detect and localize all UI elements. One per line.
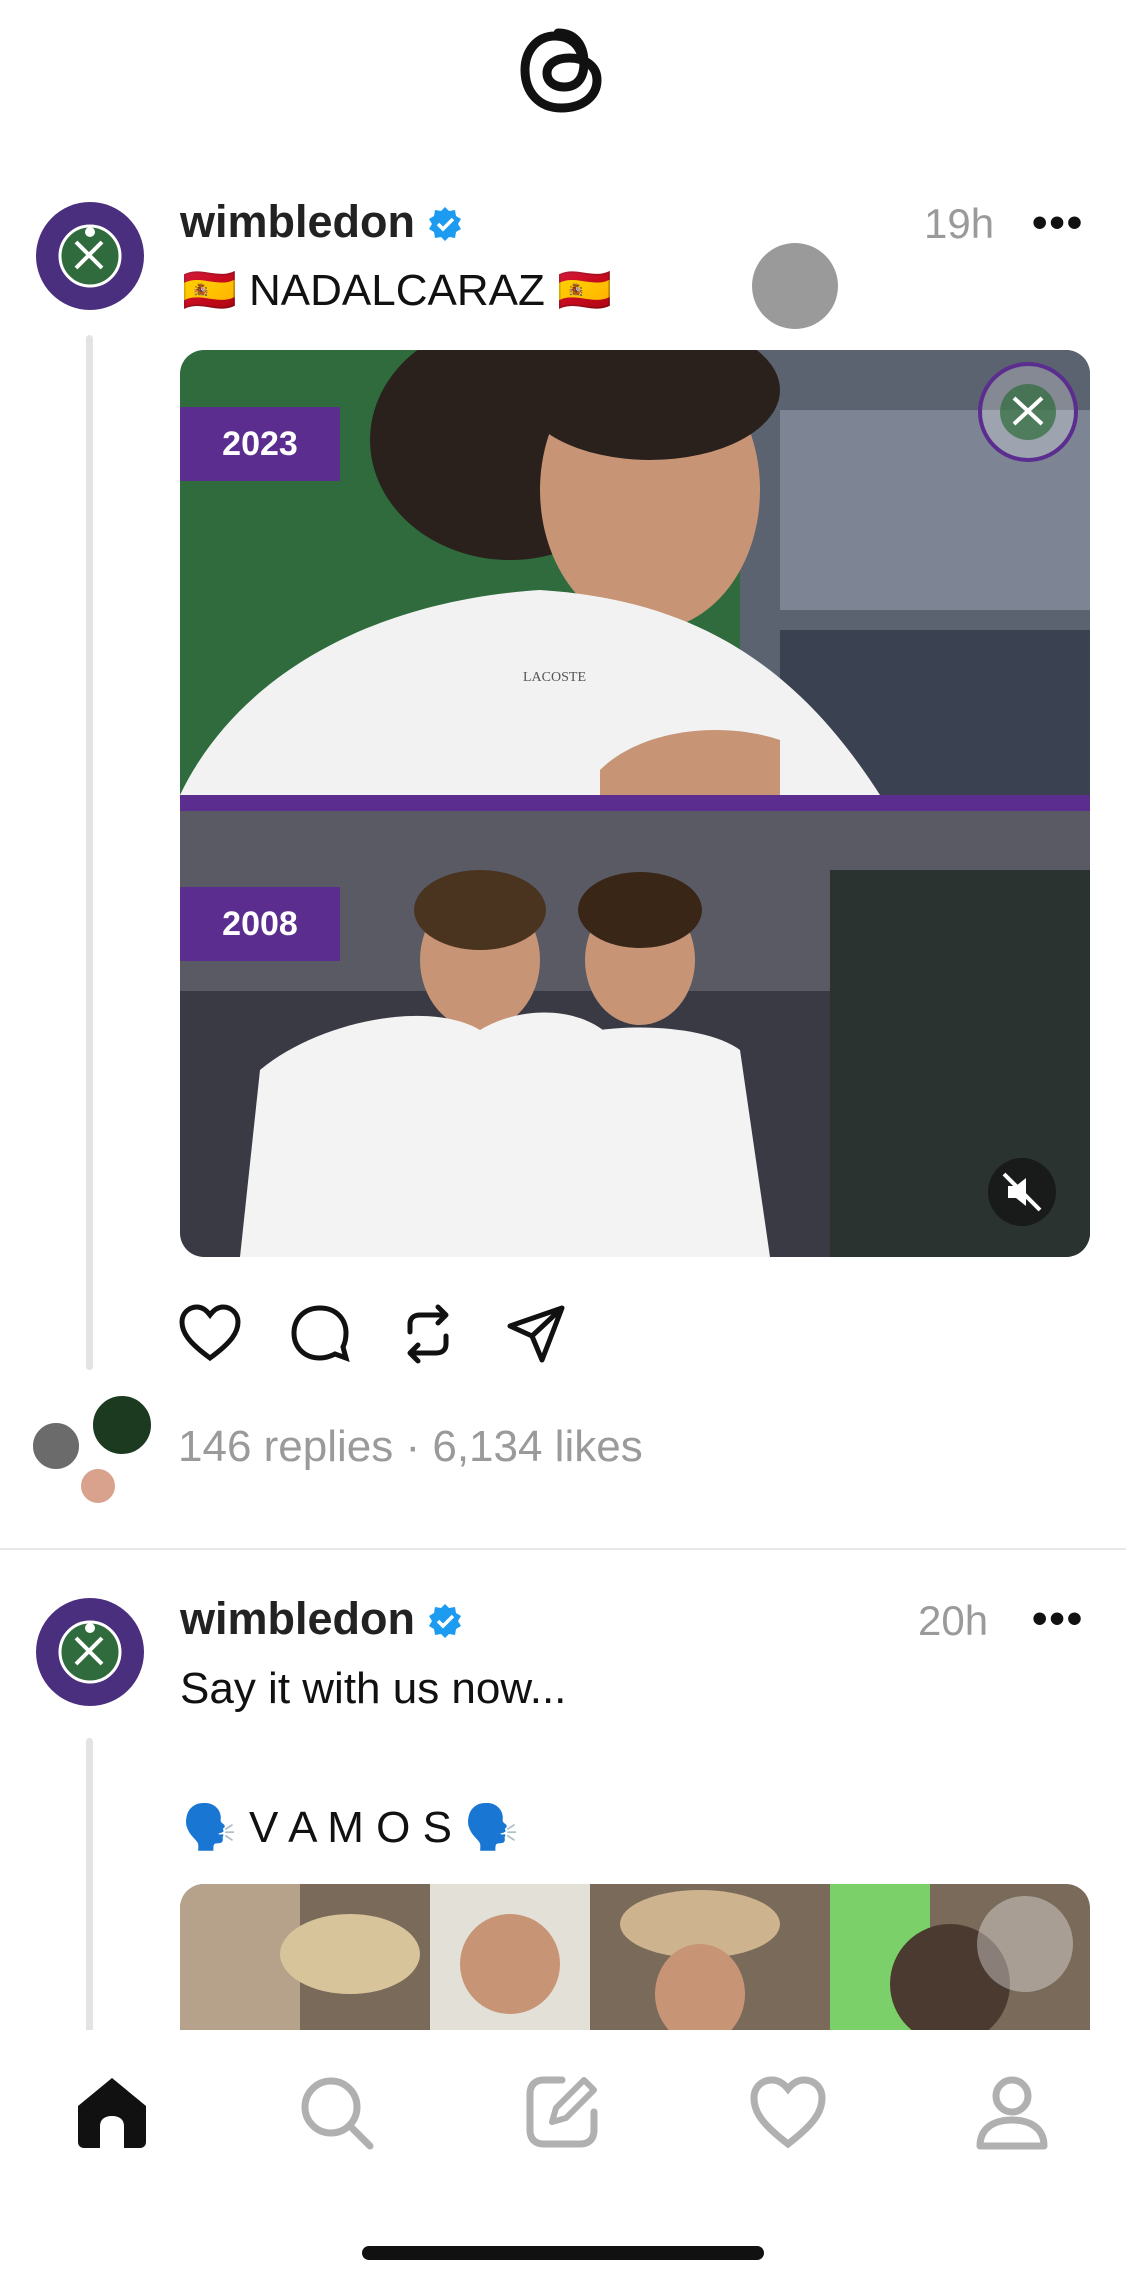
- post-stats[interactable]: 146 replies · 6,134 likes: [178, 1422, 643, 1472]
- thread-line: [86, 335, 93, 1370]
- wimbledon-watermark-icon: [978, 362, 1078, 462]
- mute-button[interactable]: [988, 1158, 1056, 1226]
- wimbledon-avatar[interactable]: [36, 1598, 144, 1706]
- compose-icon[interactable]: [522, 2072, 602, 2152]
- profile-icon[interactable]: [972, 2072, 1052, 2152]
- wimbledon-crest-icon: [40, 206, 140, 306]
- thread-line: [86, 1738, 93, 2034]
- reply-avatar: [90, 1393, 154, 1457]
- more-options-button[interactable]: •••: [1032, 198, 1084, 248]
- verified-badge-icon: [429, 207, 461, 241]
- search-icon[interactable]: [296, 2072, 376, 2152]
- like-icon[interactable]: [178, 1302, 242, 1366]
- post-time: 19h: [924, 200, 995, 247]
- activity-heart-icon[interactable]: [748, 2072, 828, 2152]
- repost-icon[interactable]: [396, 1302, 460, 1366]
- post-caption-line2: 🗣️ V A M O S 🗣️: [182, 1803, 519, 1852]
- year-badge-2008: 2008: [180, 887, 340, 961]
- reply-avatar: [78, 1466, 118, 1506]
- post-video[interactable]: 2023 2008 LACOSTE: [180, 350, 1090, 1257]
- verified-badge-icon: [429, 1604, 461, 1638]
- post-caption-line1: Say it with us now...: [180, 1664, 567, 1713]
- year-badge-2023: 2023: [180, 407, 340, 481]
- share-icon[interactable]: [504, 1302, 568, 1366]
- home-indicator[interactable]: [362, 2246, 764, 2260]
- video-frame: [180, 350, 1090, 1257]
- post-username[interactable]: wimbledon: [180, 196, 415, 248]
- post-username[interactable]: wimbledon: [180, 1593, 415, 1645]
- reply-avatar: [30, 1420, 82, 1472]
- speaker-muted-icon: [1002, 1172, 1042, 1212]
- more-options-button[interactable]: •••: [1032, 1594, 1084, 1644]
- wimbledon-avatar[interactable]: [36, 202, 144, 310]
- post-time: 20h: [918, 1597, 989, 1644]
- comment-icon[interactable]: [288, 1302, 352, 1366]
- post-caption: 🇪🇸 NADALCARAZ 🇪🇸: [182, 266, 612, 315]
- wimbledon-crest-icon: [40, 1602, 140, 1702]
- home-icon[interactable]: [72, 2072, 152, 2152]
- shirt-logo-text: LACOSTE: [523, 670, 586, 685]
- post-divider: [0, 1548, 1126, 1550]
- threads-logo-icon[interactable]: [513, 14, 613, 124]
- touch-indicator: [752, 243, 838, 329]
